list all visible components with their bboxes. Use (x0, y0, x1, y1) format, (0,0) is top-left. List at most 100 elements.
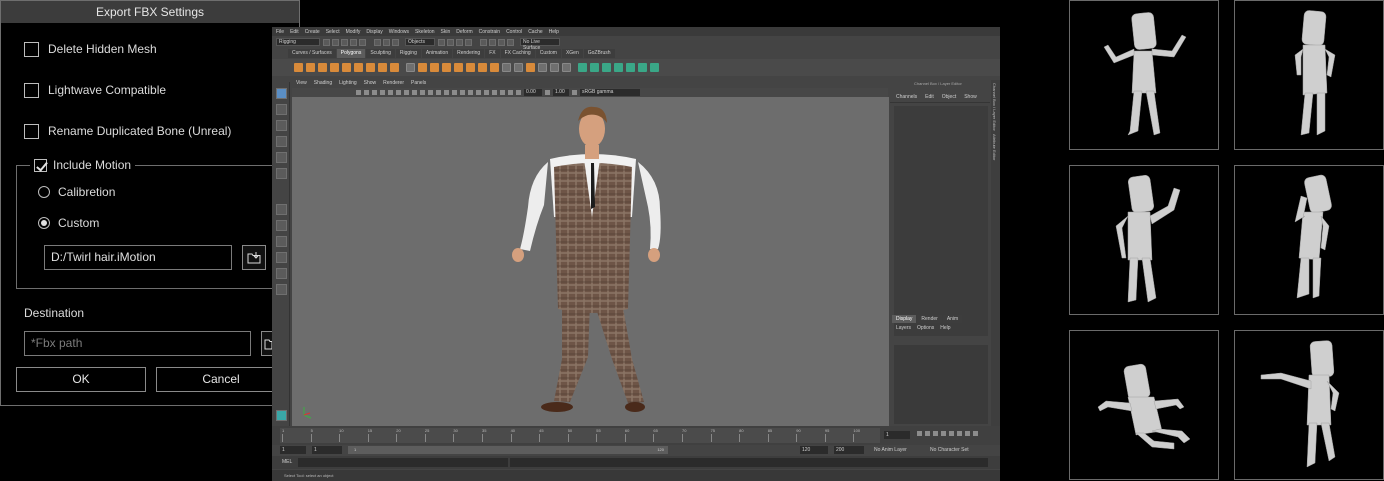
color-space-dropdown[interactable]: sRGB gamma (580, 89, 640, 96)
field-chart-icon[interactable] (412, 90, 417, 95)
select-component-icon[interactable] (392, 38, 399, 46)
poly-pyramid-icon[interactable] (390, 63, 399, 72)
go-to-start-icon[interactable] (917, 431, 922, 436)
uv-editor-icon[interactable] (578, 63, 587, 72)
select-tool-icon[interactable] (276, 88, 287, 99)
viewport-menu-lighting[interactable]: Lighting (339, 80, 357, 88)
menu-help[interactable]: Help (549, 29, 559, 35)
shelf-tab-rendering[interactable]: Rendering (453, 49, 485, 58)
layout-icon[interactable] (650, 63, 659, 72)
boolean-icon[interactable] (442, 63, 451, 72)
mel-command-input[interactable] (298, 458, 508, 467)
smooth-shade-icon[interactable] (436, 90, 441, 95)
film-gate-icon[interactable] (388, 90, 393, 95)
insert-loop-icon[interactable] (526, 63, 535, 72)
ipr-render-icon[interactable] (489, 38, 496, 46)
menu-create[interactable]: Create (305, 29, 320, 35)
shelf-tab-gozbrush[interactable]: GoZBrush (583, 49, 615, 58)
character-set-dropdown[interactable]: No Character Set (928, 446, 976, 454)
range-slider[interactable]: 1 120 (348, 446, 668, 454)
time-slider[interactable]: 1 5 10 15 20 25 30 35 40 45 50 55 60 65 70 75 80 85 90 95 10… (272, 426, 1000, 445)
display-layer-tab[interactable]: Display (892, 315, 917, 323)
append-icon[interactable] (514, 63, 523, 72)
anim-layer-dropdown[interactable]: No Anim Layer (872, 446, 916, 454)
motion-path-field[interactable]: D:/Twirl hair.iMotion (44, 245, 232, 270)
paint-select-tool-icon[interactable] (276, 120, 287, 131)
ambient-occlusion-icon[interactable] (468, 90, 473, 95)
rotate-tool-icon[interactable] (276, 152, 287, 163)
mirror-icon[interactable] (454, 63, 463, 72)
lightwave-compatible-option[interactable]: Lightwave Compatible (24, 82, 166, 98)
undo-icon[interactable] (350, 38, 357, 46)
save-scene-icon[interactable] (341, 38, 348, 46)
shelf-tab-fx-caching[interactable]: FX Caching (500, 49, 535, 58)
shelf-tab-xgen[interactable]: XGen (561, 49, 583, 58)
show-menu[interactable]: Show (964, 94, 977, 102)
bridge-icon[interactable] (478, 63, 487, 72)
new-scene-icon[interactable] (323, 38, 330, 46)
shelf-tab-animation[interactable]: Animation (421, 49, 453, 58)
current-frame-field[interactable]: 1 (884, 431, 910, 439)
menu-file[interactable]: File (276, 29, 284, 35)
snap-curve-icon[interactable] (447, 38, 454, 46)
textured-icon[interactable] (444, 90, 449, 95)
play-forwards-icon[interactable] (949, 431, 954, 436)
separate-icon[interactable] (418, 63, 427, 72)
viewport-menu-panels[interactable]: Panels (411, 80, 426, 88)
motion-browse-button[interactable] (242, 245, 266, 270)
menu-set-dropdown[interactable]: Rigging (276, 38, 320, 46)
viewport-menu-shading[interactable]: Shading (314, 80, 332, 88)
viewport-menu-renderer[interactable]: Renderer (383, 80, 404, 88)
single-view-icon[interactable] (276, 204, 287, 215)
open-scene-icon[interactable] (332, 38, 339, 46)
pose-thumbnail-6[interactable] (1234, 330, 1384, 480)
select-hierarchy-icon[interactable] (374, 38, 381, 46)
motion-blur-icon[interactable] (476, 90, 481, 95)
shelf-tab-fx[interactable]: FX (485, 49, 500, 58)
multi-cut-icon[interactable] (538, 63, 547, 72)
poly-disc-icon[interactable] (366, 63, 375, 72)
rename-duplicated-bone-option[interactable]: Rename Duplicated Bone (Unreal) (24, 123, 231, 139)
rename-duplicated-bone-checkbox[interactable] (24, 123, 39, 139)
image-plane-icon[interactable] (372, 90, 377, 95)
shelf-tab-sculpting[interactable]: Sculpting (366, 49, 395, 58)
lasso-tool-icon[interactable] (276, 104, 287, 115)
wireframe-icon[interactable] (428, 90, 433, 95)
side-by-side-icon[interactable] (276, 236, 287, 247)
playback-start-field[interactable]: 1 (312, 446, 342, 454)
combine-icon[interactable] (406, 63, 415, 72)
animation-start-field[interactable]: 1 (280, 446, 306, 454)
render-settings-icon[interactable] (498, 38, 505, 46)
channels-menu[interactable]: Channels (896, 94, 917, 102)
delete-hidden-mesh-option[interactable]: Delete Hidden Mesh (24, 41, 157, 57)
poly-plane-icon[interactable] (354, 63, 363, 72)
grid-icon[interactable] (380, 90, 385, 95)
objects-dropdown[interactable]: Objects (405, 38, 435, 46)
play-backwards-icon[interactable] (941, 431, 946, 436)
shadows-icon[interactable] (460, 90, 465, 95)
move-tool-icon[interactable] (276, 136, 287, 147)
cylindrical-map-icon[interactable] (602, 63, 611, 72)
menu-select[interactable]: Select (326, 29, 340, 35)
pose-thumbnail-5[interactable] (1069, 330, 1219, 480)
step-forward-key-icon[interactable] (965, 431, 970, 436)
scale-tool-icon[interactable] (276, 168, 287, 179)
step-forward-frame-icon[interactable] (957, 431, 962, 436)
poly-torus-icon[interactable] (342, 63, 351, 72)
anim-layer-tab[interactable]: Anim (942, 315, 963, 323)
menu-constrain[interactable]: Constrain (479, 29, 500, 35)
menu-control[interactable]: Control (506, 29, 522, 35)
planar-map-icon[interactable] (590, 63, 599, 72)
edit-menu[interactable]: Edit (925, 94, 934, 102)
safe-action-icon[interactable] (420, 90, 425, 95)
snap-point-icon[interactable] (456, 38, 463, 46)
poly-cylinder-icon[interactable] (318, 63, 327, 72)
pose-thumbnail-1[interactable] (1069, 0, 1219, 150)
exposure-field[interactable]: 0.00 (524, 89, 542, 96)
spherical-map-icon[interactable] (614, 63, 623, 72)
auto-map-icon[interactable] (626, 63, 635, 72)
lightwave-compatible-checkbox[interactable] (24, 82, 39, 98)
viewport-menu-show[interactable]: Show (364, 80, 377, 88)
snap-plane-icon[interactable] (465, 38, 472, 46)
pose-thumbnail-4[interactable] (1234, 165, 1384, 315)
